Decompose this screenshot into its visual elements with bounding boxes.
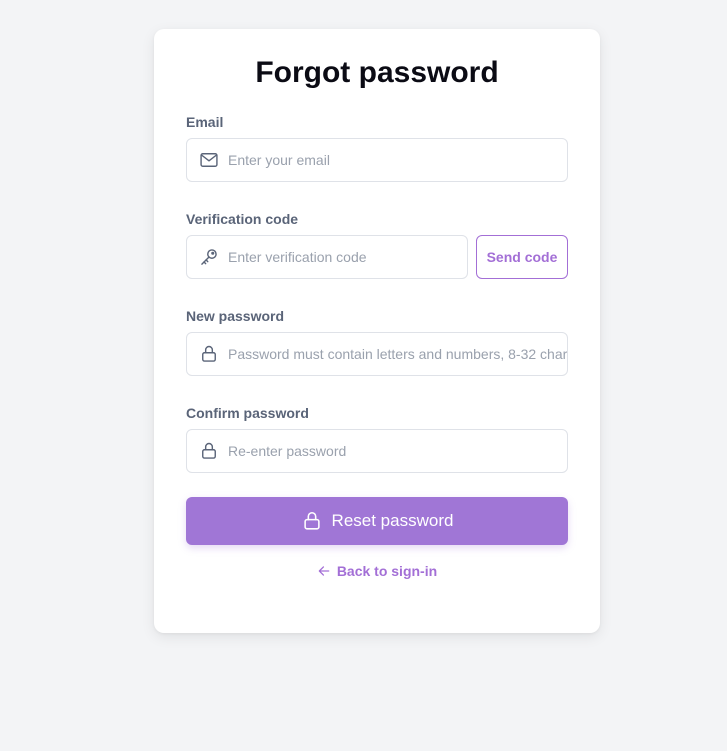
key-icon <box>198 246 220 268</box>
new-password-label: New password <box>186 308 285 324</box>
lock-icon <box>198 343 220 365</box>
email-input[interactable] <box>228 152 567 168</box>
lock-icon <box>301 510 323 532</box>
send-code-button[interactable]: Send code <box>476 235 568 279</box>
new-password-input[interactable] <box>228 346 567 362</box>
email-label: Email <box>186 114 224 130</box>
page-title: Forgot password <box>255 56 499 89</box>
reset-password-button[interactable]: Reset password <box>186 497 568 545</box>
confirm-password-label: Confirm password <box>186 405 309 421</box>
verification-label: Verification code <box>186 211 299 227</box>
mail-icon <box>198 149 220 171</box>
new-password-input-box[interactable] <box>186 332 568 376</box>
verification-field-group: Verification code Send code <box>186 210 568 279</box>
email-input-box[interactable] <box>186 138 568 182</box>
verification-input-box[interactable] <box>186 235 468 279</box>
back-to-sign-in-label: Back to sign-in <box>336 563 438 579</box>
verification-code-input[interactable] <box>228 249 467 265</box>
reset-password-label: Reset password <box>331 511 454 530</box>
lock-icon <box>198 440 220 462</box>
confirm-password-field-group: Confirm password <box>186 404 568 473</box>
arrow-left-icon <box>317 564 331 578</box>
back-to-sign-in-link[interactable]: Back to sign-in <box>186 563 568 579</box>
confirm-password-input[interactable] <box>228 443 567 459</box>
email-field-group: Email <box>186 113 568 182</box>
new-password-field-group: New password <box>186 307 568 376</box>
forgot-password-card: Forgot password Email Verification code <box>154 29 600 633</box>
confirm-password-input-box[interactable] <box>186 429 568 473</box>
